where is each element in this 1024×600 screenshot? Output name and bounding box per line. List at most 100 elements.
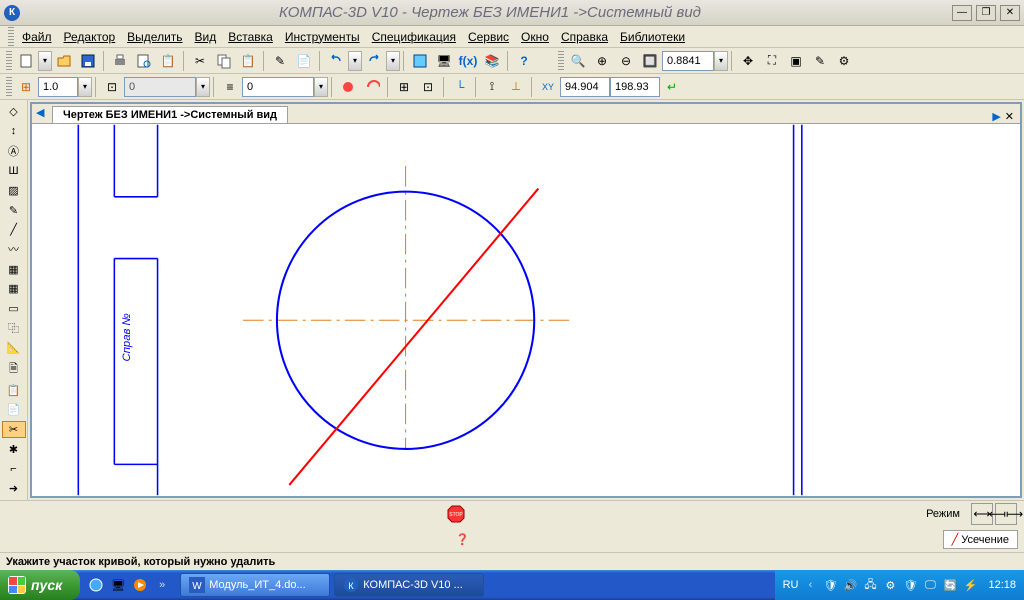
constraint-button[interactable]: ⟂ — [505, 76, 527, 98]
style-button[interactable]: ≡ — [219, 76, 241, 98]
tab-nav-prev[interactable]: ◀ — [36, 106, 44, 119]
trim-tool[interactable]: 📐 — [2, 339, 26, 357]
redo-button[interactable] — [363, 50, 385, 72]
tray-display-icon[interactable]: 🖵 — [922, 577, 938, 593]
menu-window[interactable]: Окно — [515, 30, 555, 44]
coord-x-input[interactable] — [560, 77, 610, 97]
document-tab[interactable]: Чертеж БЕЗ ИМЕНИ1 ->Системный вид — [52, 106, 288, 123]
property-tab[interactable]: ╱ Усечение — [943, 530, 1018, 549]
coord-button[interactable]: XY — [537, 76, 559, 98]
step-input[interactable] — [38, 77, 78, 97]
task-kompas[interactable]: К КОМПАС-3D V10 ... — [334, 573, 484, 597]
edit-tool[interactable]: ✎ — [2, 201, 26, 219]
drawing-canvas[interactable]: Справ № — [32, 124, 1020, 496]
menu-insert[interactable]: Вставка — [222, 30, 279, 44]
spline-tool[interactable]: 〰 — [2, 240, 26, 258]
tab-close[interactable]: ✕ — [1005, 110, 1014, 123]
step-dropdown[interactable]: ▾ — [78, 77, 92, 97]
redo-dropdown[interactable]: ▾ — [386, 51, 400, 71]
hatching-tool[interactable]: ▨ — [2, 182, 26, 200]
menu-service[interactable]: Сервис — [462, 30, 515, 44]
text-tool[interactable]: Ш — [2, 162, 26, 180]
task-word[interactable]: W Модуль_ИТ_4.do... — [180, 573, 330, 597]
layer-dropdown[interactable]: ▾ — [196, 77, 210, 97]
style-dropdown[interactable]: ▾ — [314, 77, 328, 97]
open-button[interactable] — [53, 50, 75, 72]
undo-button[interactable] — [325, 50, 347, 72]
copy-button[interactable] — [213, 50, 235, 72]
zoom-input[interactable] — [662, 51, 714, 71]
break-tool[interactable]: ⌐ — [2, 460, 26, 478]
menu-select[interactable]: Выделить — [121, 30, 188, 44]
trim-curve-tool[interactable]: ✂ — [2, 421, 26, 439]
snap-button[interactable] — [337, 76, 359, 98]
tray-usb-icon[interactable]: ⚙ — [882, 577, 898, 593]
grid-button[interactable]: ⊞ — [393, 76, 415, 98]
calculator-button[interactable]: 🖥 — [433, 50, 455, 72]
mode-extend-button[interactable]: ⟻⟼ — [995, 503, 1017, 525]
tray-network-icon[interactable]: 🖧 — [862, 577, 878, 593]
zoom-frame-button[interactable]: 🔍 — [567, 50, 589, 72]
distance-button[interactable]: ⟟ — [481, 76, 503, 98]
style-input[interactable] — [242, 77, 314, 97]
dimensions-tool[interactable]: ↕ — [2, 123, 26, 141]
coord-y-input[interactable] — [610, 77, 660, 97]
symbols-tool[interactable]: Ⓐ — [2, 142, 26, 160]
zoom-window-button[interactable]: ▣ — [785, 50, 807, 72]
library-button[interactable]: 📚 — [481, 50, 503, 72]
fx-button[interactable]: f(x) — [457, 50, 479, 72]
undo-dropdown[interactable]: ▾ — [348, 51, 362, 71]
zoom-fit-button[interactable]: 🔲 — [639, 50, 661, 72]
ql-media-icon[interactable] — [130, 575, 150, 595]
extend-tool[interactable]: ✱ — [2, 440, 26, 458]
tray-power-icon[interactable]: ⚡ — [962, 577, 978, 593]
measure-tool[interactable]: ▦ — [2, 280, 26, 298]
associate-tool[interactable]: 🗎 — [2, 359, 26, 380]
lcs-button[interactable]: └ — [449, 76, 471, 98]
save-button[interactable] — [77, 50, 99, 72]
coord-apply-button[interactable]: ↵ — [661, 76, 683, 98]
zoom-all-button[interactable]: ⛶ — [761, 50, 783, 72]
redraw-button[interactable]: ✎ — [809, 50, 831, 72]
select-tool[interactable]: ▭ — [2, 300, 26, 318]
menu-help[interactable]: Справка — [555, 30, 614, 44]
close-button[interactable]: ✕ — [1000, 5, 1020, 21]
zoom-out-button[interactable]: ⊖ — [615, 50, 637, 72]
view-settings-button[interactable]: ⚙ — [833, 50, 855, 72]
param-tool[interactable]: ▦ — [2, 260, 26, 278]
print-button[interactable] — [109, 50, 131, 72]
cut-button[interactable]: ✂ — [189, 50, 211, 72]
paste-button[interactable]: 📋 — [237, 50, 259, 72]
line-tool[interactable]: ╱ — [2, 221, 26, 239]
tab-nav-next[interactable]: ▶ — [992, 110, 1000, 123]
tray-volume-icon[interactable]: 🔊 — [842, 577, 858, 593]
ql-desktop-icon[interactable]: 🖥 — [108, 575, 128, 595]
step-button[interactable]: ⊞ — [15, 76, 37, 98]
library-manager-button[interactable] — [409, 50, 431, 72]
tray-shield-icon[interactable]: 🛡 — [822, 577, 838, 593]
zoom-in-button[interactable]: ⊕ — [591, 50, 613, 72]
ql-more-icon[interactable]: » — [152, 575, 172, 595]
menu-editor[interactable]: Редактор — [58, 30, 122, 44]
menu-view[interactable]: Вид — [189, 30, 223, 44]
menu-tools[interactable]: Инструменты — [279, 30, 366, 44]
maximize-button[interactable]: ❐ — [976, 5, 996, 21]
tray-expand-icon[interactable]: ‹ — [802, 577, 818, 593]
properties-button[interactable]: ✎ — [269, 50, 291, 72]
spec-button[interactable]: 📋 — [157, 50, 179, 72]
stop-button[interactable]: STOP — [444, 503, 468, 525]
start-button[interactable]: пуск — [0, 570, 80, 600]
report-tool[interactable]: 📄 — [2, 401, 26, 419]
minimize-button[interactable]: — — [952, 5, 972, 21]
ortho-button[interactable]: ⊡ — [417, 76, 439, 98]
new-button[interactable] — [15, 50, 37, 72]
menu-spec[interactable]: Спецификация — [366, 30, 462, 44]
refresh-button[interactable]: 📄 — [293, 50, 315, 72]
preview-button[interactable] — [133, 50, 155, 72]
tray-updates-icon[interactable]: 🔄 — [942, 577, 958, 593]
join-tool[interactable]: ➜ — [2, 479, 26, 497]
geometry-tool[interactable]: ◇ — [2, 103, 26, 121]
menu-libraries[interactable]: Библиотеки — [614, 30, 691, 44]
copy-tool[interactable]: ⿻ — [2, 319, 26, 337]
zoom-dropdown[interactable]: ▾ — [714, 51, 728, 71]
